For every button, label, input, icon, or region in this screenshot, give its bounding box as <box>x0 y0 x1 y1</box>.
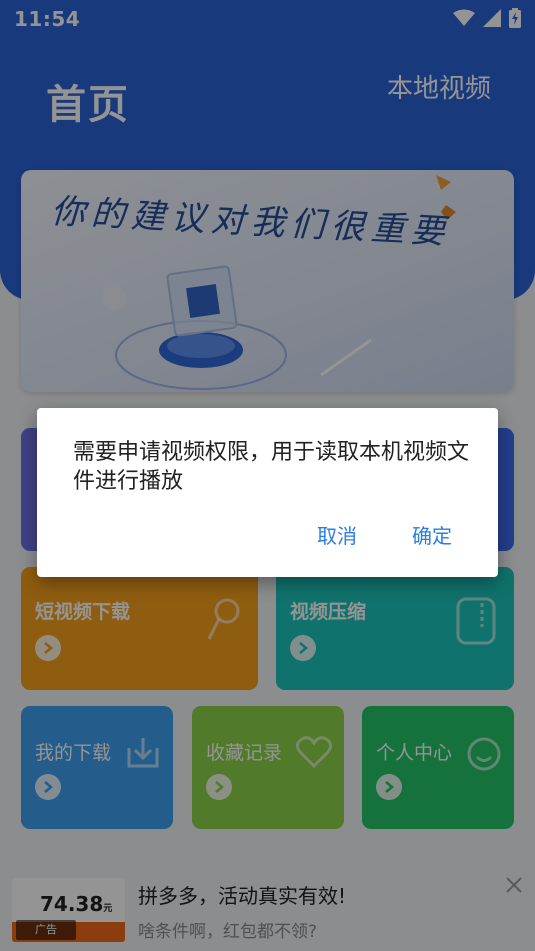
dialog-message: 需要申请视频权限，用于读取本机视频文件进行播放 <box>73 440 470 494</box>
cancel-button[interactable]: 取消 <box>317 520 357 549</box>
confirm-button[interactable]: 确定 <box>412 520 452 549</box>
home-screen: 11:54 首页 本地视频 你的建议对我们很重要 短视频下载 视频压缩 我的下载… <box>0 0 535 951</box>
permission-dialog: 需要申请视频权限，用于读取本机视频文件进行播放 取消 确定 <box>37 408 498 577</box>
